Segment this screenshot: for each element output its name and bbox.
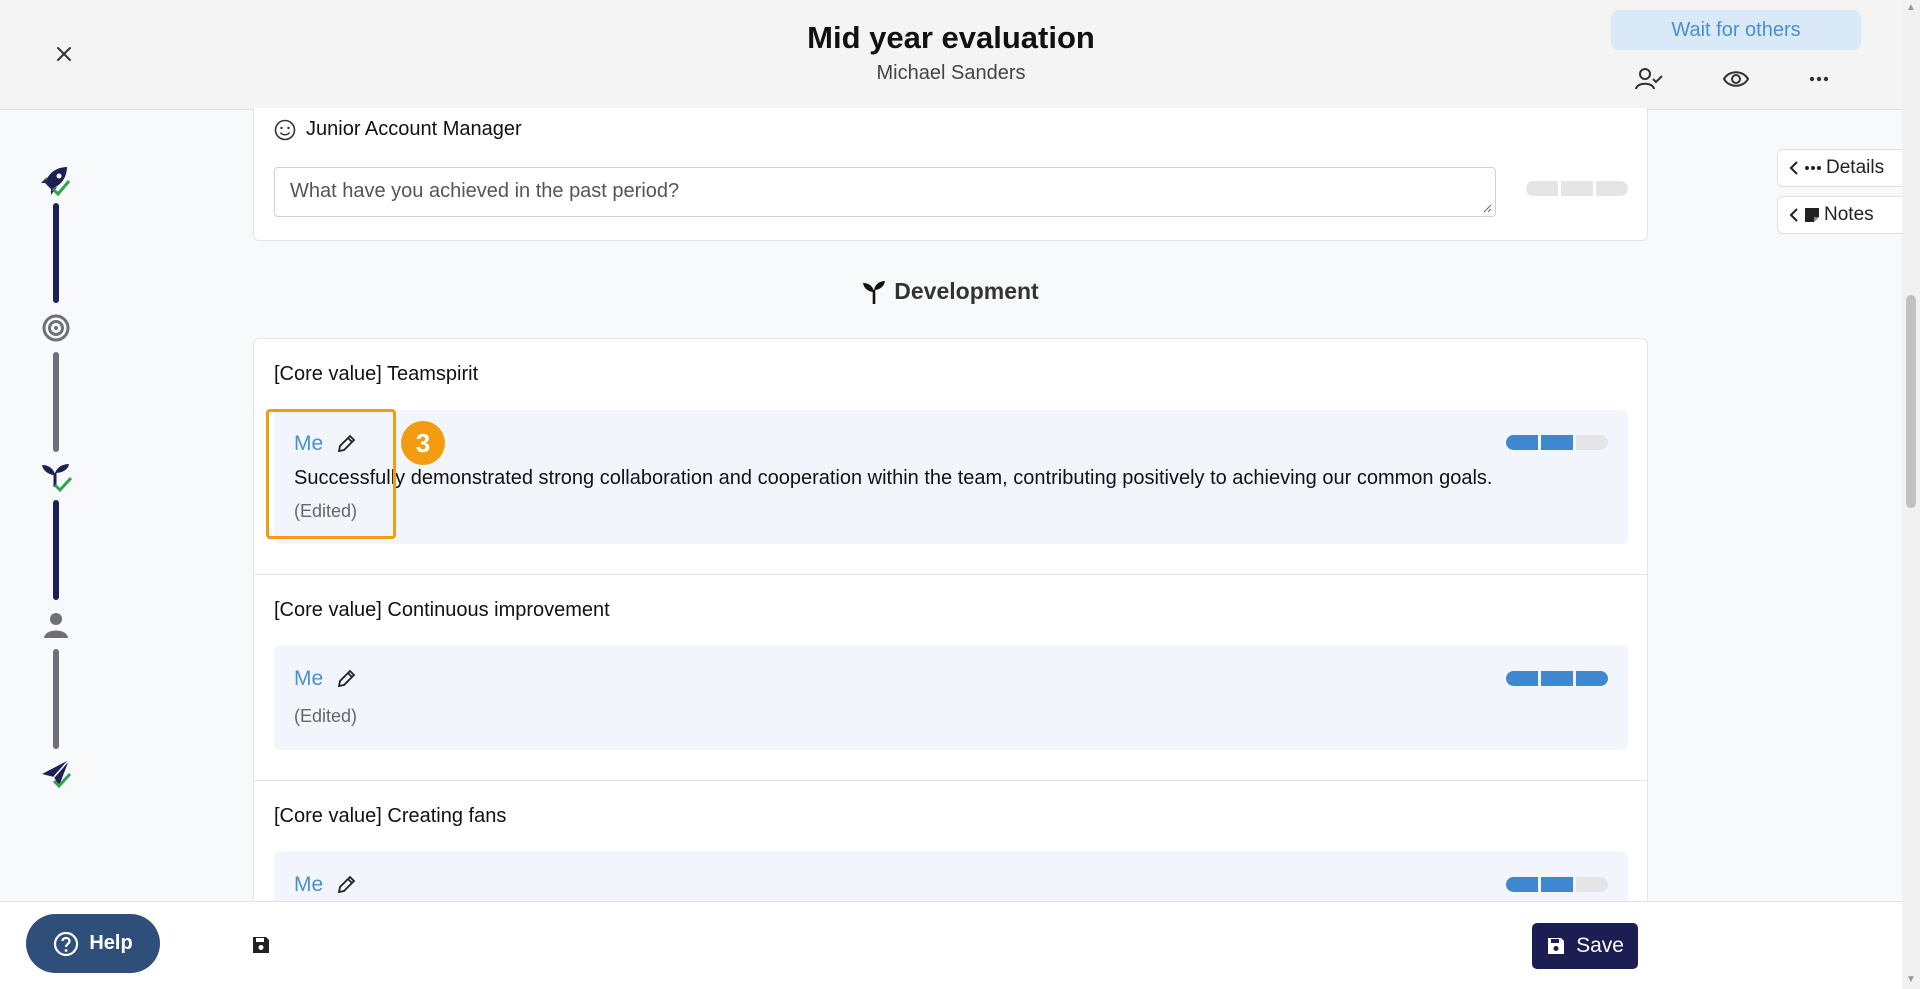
chevron-left-icon <box>1789 161 1798 175</box>
save-button[interactable]: Save <box>1532 923 1638 969</box>
edited-status: (Edited) <box>294 706 358 726</box>
pencil-icon <box>337 875 356 894</box>
development-item: [Core value] Creating fans Me <box>253 781 1648 911</box>
author-label[interactable]: Me <box>294 667 323 691</box>
rating-segment[interactable] <box>1526 181 1558 196</box>
help-label: Help <box>89 932 133 954</box>
smiley-icon <box>274 119 296 140</box>
achievement-rating[interactable] <box>1526 181 1628 196</box>
target-icon <box>42 314 70 342</box>
step-badge: 3 <box>401 421 445 465</box>
question-circle-icon <box>54 931 79 956</box>
pencil-icon <box>337 669 356 688</box>
step-submit[interactable] <box>39 756 73 790</box>
rating-segment[interactable] <box>1506 435 1538 450</box>
more-icon <box>1809 76 1829 82</box>
answer-box[interactable]: Me (Edited) <box>274 645 1628 750</box>
answer-rating[interactable] <box>1506 877 1608 892</box>
resize-grip-icon[interactable] <box>1482 203 1492 213</box>
help-button[interactable]: Help <box>26 914 160 973</box>
achievement-card: Junior Account Manager What have you ach… <box>253 108 1648 241</box>
rating-segment[interactable] <box>1541 671 1573 686</box>
details-tab[interactable]: Details <box>1777 149 1902 187</box>
step-targets[interactable] <box>39 311 73 345</box>
rating-segment[interactable] <box>1561 181 1593 196</box>
edited-status: (Edited) <box>294 501 358 521</box>
answer-box[interactable]: Me Successfully demonstrated strong coll… <box>274 410 1628 544</box>
participants-button[interactable] <box>1634 66 1664 92</box>
notes-tab-label: Notes <box>1824 204 1874 225</box>
save-draft-button[interactable] <box>249 933 273 957</box>
edit-answer-button[interactable] <box>334 667 358 691</box>
section-heading-text: Development <box>894 278 1039 304</box>
step-connector <box>53 649 59 749</box>
answer-rating[interactable] <box>1506 671 1608 686</box>
achievement-placeholder: What have you achieved in the past perio… <box>290 180 680 202</box>
rating-segment[interactable] <box>1541 877 1573 892</box>
author-label[interactable]: Me <box>294 873 323 897</box>
wait-for-others-button[interactable]: Wait for others <box>1611 10 1861 50</box>
role-title: Junior Account Manager <box>274 118 522 141</box>
rating-segment[interactable] <box>1576 877 1608 892</box>
details-tab-label: Details <box>1826 157 1885 178</box>
person-check-icon <box>1635 68 1663 90</box>
scrollbar[interactable]: ▲ ▼ <box>1902 0 1920 989</box>
page-subtitle: Michael Sanders <box>876 62 1026 84</box>
question-title: [Core value] Teamspirit <box>274 363 479 385</box>
edit-answer-button[interactable] <box>334 873 358 897</box>
rating-segment[interactable] <box>1576 435 1608 450</box>
achievement-input[interactable]: What have you achieved in the past perio… <box>274 167 1496 217</box>
step-goals[interactable] <box>39 163 73 197</box>
preview-button[interactable] <box>1721 66 1751 92</box>
step-development[interactable] <box>39 459 73 493</box>
scrollbar-thumb[interactable] <box>1906 295 1916 508</box>
header: Mid year evaluation Michael Sanders Wait… <box>0 0 1902 110</box>
send-icon <box>42 759 72 789</box>
floppy-disk-icon <box>1548 938 1565 954</box>
sticky-note-icon <box>1805 208 1819 222</box>
rating-segment[interactable] <box>1506 671 1538 686</box>
edit-answer-button[interactable] <box>334 432 358 456</box>
rating-segment[interactable] <box>1596 181 1628 196</box>
step-connector <box>53 500 59 600</box>
question-title: [Core value] Creating fans <box>274 805 507 827</box>
answer-rating[interactable] <box>1506 435 1608 450</box>
author-label[interactable]: Me <box>294 432 323 456</box>
answer-text: Successfully demonstrated strong collabo… <box>294 467 1493 489</box>
role-title-text: Junior Account Manager <box>306 118 522 140</box>
development-item: [Core value] Teamspirit Me Successfully … <box>253 338 1648 575</box>
more-options-button[interactable] <box>1804 66 1834 92</box>
rocket-icon <box>41 167 71 197</box>
pencil-icon <box>337 434 356 453</box>
dots-icon <box>1805 166 1821 170</box>
person-icon <box>44 613 68 638</box>
scroll-down-icon[interactable]: ▼ <box>1906 975 1916 985</box>
rating-segment[interactable] <box>1576 671 1608 686</box>
floppy-disk-icon <box>253 937 269 953</box>
step-connector <box>53 352 59 452</box>
development-item: [Core value] Continuous improvement Me (… <box>253 575 1648 781</box>
question-title: [Core value] Continuous improvement <box>274 599 610 621</box>
chevron-left-icon <box>1789 208 1798 222</box>
rating-segment[interactable] <box>1541 435 1573 450</box>
scroll-up-icon[interactable]: ▲ <box>1906 3 1916 13</box>
notes-tab[interactable]: Notes <box>1777 196 1902 234</box>
section-heading-development: Development <box>253 278 1648 305</box>
sprout-icon <box>42 464 73 493</box>
rating-segment[interactable] <box>1506 877 1538 892</box>
save-label: Save <box>1576 934 1624 957</box>
step-personal[interactable] <box>39 608 73 642</box>
eye-icon <box>1723 71 1749 87</box>
step-connector <box>53 203 59 303</box>
sprout-icon <box>863 280 886 304</box>
